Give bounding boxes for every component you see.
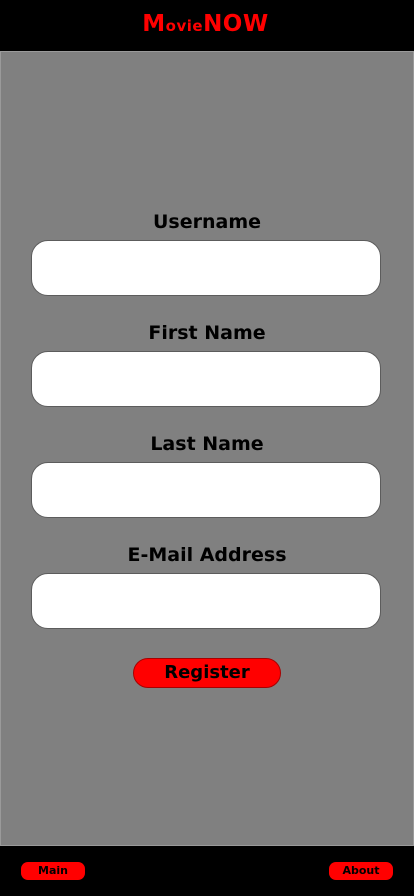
app-header: MovieNOW [0,0,414,51]
logo-text-ovie: ovie [165,17,204,35]
username-label: Username [152,211,262,233]
about-nav-button[interactable]: About [329,862,393,880]
username-input[interactable] [31,240,381,296]
last-name-label: Last Name [150,433,264,455]
email-label: E-Mail Address [127,544,287,566]
first-name-input[interactable] [31,351,381,407]
first-name-label: First Name [148,322,266,344]
last-name-input[interactable] [31,462,381,518]
footer-bar: Main About [0,846,414,896]
logo-text-now: NOW [203,11,269,37]
logo-letter-m: M [142,11,166,37]
main-nav-button[interactable]: Main [21,862,85,880]
app-logo: MovieNOW [142,13,268,36]
email-input[interactable] [31,573,381,629]
register-button[interactable]: Register [133,658,281,688]
